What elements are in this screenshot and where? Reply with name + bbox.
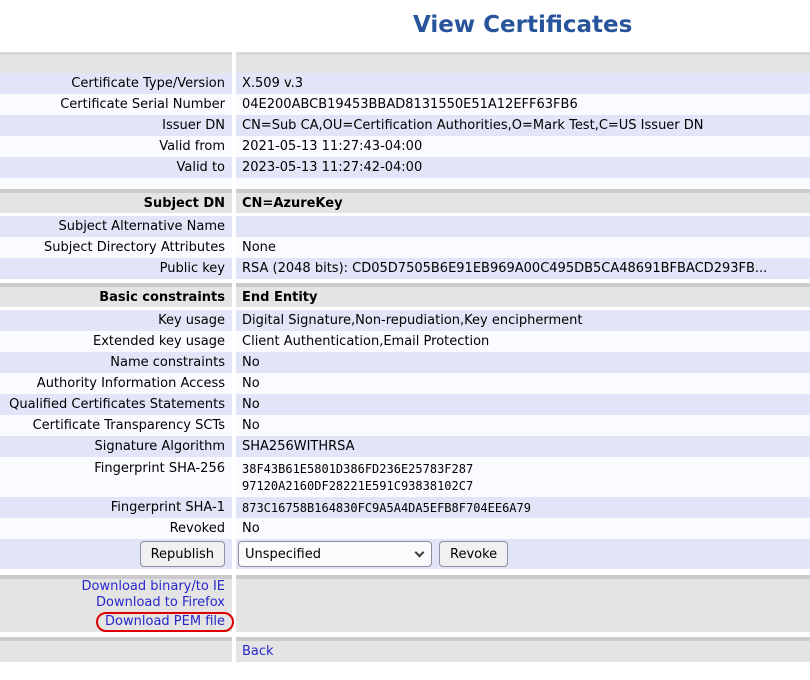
row-revoked: Revoked No bbox=[0, 518, 810, 539]
row-label: Subject Alternative Name bbox=[0, 216, 232, 237]
fingerprint-sha256-line2: 97120A2160DF28221E591C93838102C7 bbox=[242, 478, 810, 495]
row-valid-from: Valid from 2021-05-13 11:27:43-04:00 bbox=[0, 136, 810, 157]
download-firefox-link[interactable]: Download to Firefox bbox=[96, 595, 225, 611]
section-header-basic-constraints: Basic constraints End Entity bbox=[0, 283, 810, 307]
row-label: Key usage bbox=[0, 310, 232, 331]
republish-button[interactable]: Republish bbox=[140, 541, 225, 567]
back-row: Back bbox=[0, 637, 810, 662]
fingerprint-sha256-line1: 38F43B61E5801D386FD236E25783F287 bbox=[242, 461, 810, 478]
section-header-label: Subject DN bbox=[0, 189, 232, 213]
download-links-cell: Download binary/to IE Download to Firefo… bbox=[0, 575, 232, 632]
page-title: View Certificates bbox=[413, 12, 632, 38]
row-label: Extended key usage bbox=[0, 331, 232, 352]
revocation-reason-select[interactable]: Unspecified bbox=[238, 541, 432, 567]
row-value: 04E200ABCB19453BBAD8131550E51A12EFF63FB6 bbox=[236, 94, 810, 115]
row-issuer-dn: Issuer DN CN=Sub CA,OU=Certification Aut… bbox=[0, 115, 810, 136]
row-value: 38F43B61E5801D386FD236E25783F287 97120A2… bbox=[236, 457, 810, 497]
section-header-value: CN=AzureKey bbox=[236, 189, 810, 213]
row-value: No bbox=[236, 352, 810, 373]
row-valid-to: Valid to 2023-05-13 11:27:42-04:00 bbox=[0, 157, 810, 178]
revocation-reason-select-wrap: Unspecified bbox=[238, 541, 432, 567]
title-bar: View Certificates bbox=[0, 0, 810, 52]
row-label: Issuer DN bbox=[0, 115, 232, 136]
table-header-row bbox=[0, 52, 810, 73]
row-label: Name constraints bbox=[0, 352, 232, 373]
row-label: Certificate Serial Number bbox=[0, 94, 232, 115]
pem-highlight-ellipse: Download PEM file bbox=[96, 612, 234, 632]
download-empty-cell bbox=[236, 575, 810, 632]
revoke-button[interactable]: Revoke bbox=[439, 541, 508, 567]
row-subject-directory-attributes: Subject Directory Attributes None bbox=[0, 237, 810, 258]
row-label: Valid to bbox=[0, 157, 232, 178]
row-fingerprint-sha-256: Fingerprint SHA-256 38F43B61E5801D386FD2… bbox=[0, 457, 810, 497]
row-extended-key-usage: Extended key usage Client Authentication… bbox=[0, 331, 810, 352]
section-header-subject-dn: Subject DN CN=AzureKey bbox=[0, 189, 810, 213]
row-value bbox=[236, 216, 810, 237]
row-label: Public key bbox=[0, 258, 232, 279]
actions-row: Republish Unspecified Revoke bbox=[0, 539, 810, 569]
row-label: Fingerprint SHA-256 bbox=[0, 457, 232, 497]
row-certificate-serial-number: Certificate Serial Number 04E200ABCB1945… bbox=[0, 94, 810, 115]
row-value: Digital Signature,Non-repudiation,Key en… bbox=[236, 310, 810, 331]
back-link[interactable]: Back bbox=[242, 644, 274, 659]
actions-right-cell: Unspecified Revoke bbox=[236, 539, 810, 569]
row-label: Certificate Transparency SCTs bbox=[0, 415, 232, 436]
section-header-label: Basic constraints bbox=[0, 283, 232, 307]
row-value: 873C16758B164830FC9A5A4DA5EFB8F704EE6A79 bbox=[236, 497, 810, 518]
row-qualified-certificates-statements: Qualified Certificates Statements No bbox=[0, 394, 810, 415]
download-binary-ie-link[interactable]: Download binary/to IE bbox=[82, 579, 225, 595]
row-value: No bbox=[236, 518, 810, 539]
row-label: Authority Information Access bbox=[0, 373, 232, 394]
back-empty-cell bbox=[0, 637, 232, 662]
row-value: 2023-05-13 11:27:42-04:00 bbox=[236, 157, 810, 178]
row-public-key: Public key RSA (2048 bits): CD05D7505B6E… bbox=[0, 258, 810, 279]
row-value: No bbox=[236, 394, 810, 415]
section-spacer bbox=[0, 178, 810, 185]
download-row: Download binary/to IE Download to Firefo… bbox=[0, 575, 810, 632]
row-label: Valid from bbox=[0, 136, 232, 157]
row-value: Client Authentication,Email Protection bbox=[236, 331, 810, 352]
row-label: Certificate Type/Version bbox=[0, 73, 232, 94]
row-value: CN=Sub CA,OU=Certification Authorities,O… bbox=[236, 115, 810, 136]
row-signature-algorithm: Signature Algorithm SHA256WITHRSA bbox=[0, 436, 810, 457]
download-pem-link[interactable]: Download PEM file bbox=[105, 614, 225, 630]
row-value: 2021-05-13 11:27:43-04:00 bbox=[236, 136, 810, 157]
row-fingerprint-sha-1: Fingerprint SHA-1 873C16758B164830FC9A5A… bbox=[0, 497, 810, 518]
row-value: None bbox=[236, 237, 810, 258]
row-label: Signature Algorithm bbox=[0, 436, 232, 457]
row-value: No bbox=[236, 373, 810, 394]
table-header-label-cell bbox=[0, 52, 232, 73]
row-label: Subject Directory Attributes bbox=[0, 237, 232, 258]
row-label: Qualified Certificates Statements bbox=[0, 394, 232, 415]
row-value: No bbox=[236, 415, 810, 436]
actions-left-cell: Republish bbox=[0, 539, 232, 569]
row-value: RSA (2048 bits): CD05D7505B6E91EB969A00C… bbox=[236, 258, 810, 279]
row-label: Fingerprint SHA-1 bbox=[0, 497, 232, 518]
back-cell: Back bbox=[236, 637, 810, 662]
row-key-usage: Key usage Digital Signature,Non-repudiat… bbox=[0, 310, 810, 331]
section-header-value: End Entity bbox=[236, 283, 810, 307]
row-label: Revoked bbox=[0, 518, 232, 539]
row-value: SHA256WITHRSA bbox=[236, 436, 810, 457]
row-certificate-type-version: Certificate Type/Version X.509 v.3 bbox=[0, 73, 810, 94]
row-name-constraints: Name constraints No bbox=[0, 352, 810, 373]
row-value: X.509 v.3 bbox=[236, 73, 810, 94]
row-subject-alternative-name: Subject Alternative Name bbox=[0, 216, 810, 237]
table-header-value-cell bbox=[236, 52, 810, 73]
row-authority-information-access: Authority Information Access No bbox=[0, 373, 810, 394]
row-certificate-transparency-scts: Certificate Transparency SCTs No bbox=[0, 415, 810, 436]
